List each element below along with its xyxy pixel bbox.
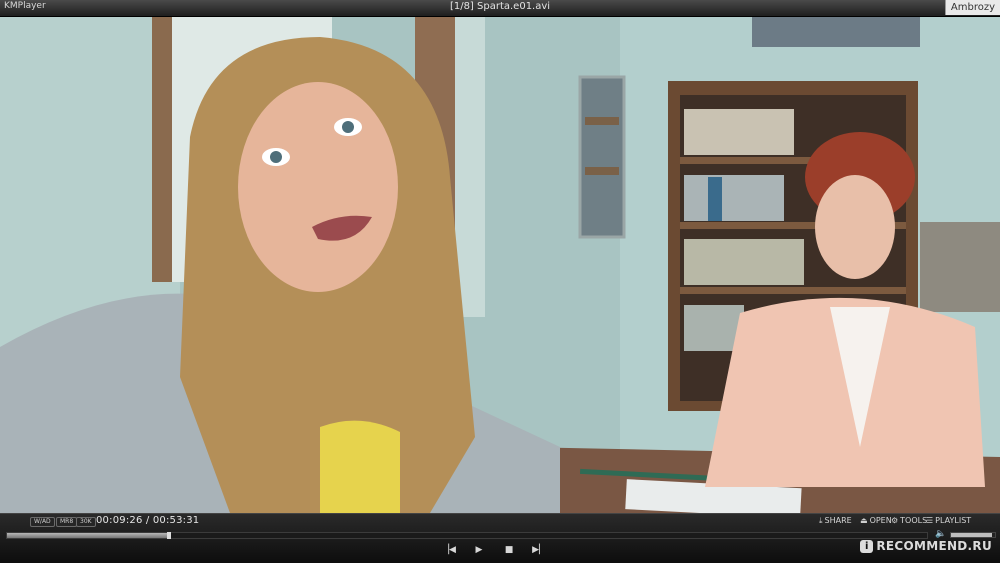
share-label: SHARE — [824, 516, 852, 525]
playlist-button[interactable]: ☰ PLAYLIST — [926, 516, 971, 525]
kmplayer-window: KMPlayer [1/8] Sparta.e01.avi Ambrozy W/… — [0, 0, 1000, 563]
open-label: OPEN — [869, 516, 892, 525]
status-row: W/AD MR8 30K 00:09:26 / 00:53:31 ⤓ SHARE … — [0, 514, 1000, 528]
title-bar[interactable]: KMPlayer [1/8] Sparta.e01.avi Ambrozy — [0, 0, 1000, 17]
watermark: i RECOMMEND.RU — [860, 539, 992, 553]
tools-button[interactable]: ⚙ TOOLS — [891, 516, 927, 525]
codec-tag[interactable]: MR8 — [56, 517, 78, 527]
stop-icon: ■ — [504, 545, 514, 555]
door-frame — [152, 17, 174, 282]
seek-progress — [7, 533, 169, 538]
watermark-badge: i — [860, 540, 874, 553]
gear-icon: ⚙ — [891, 516, 899, 525]
share-button[interactable]: ⤓ SHARE — [819, 516, 852, 526]
previous-button[interactable]: ▕◀ — [440, 543, 458, 557]
speaker-icon[interactable]: 🔈 — [935, 529, 946, 539]
file-title: [1/8] Sparta.e01.avi — [449, 1, 551, 12]
volume-slider[interactable] — [950, 532, 996, 538]
wall-picture — [752, 17, 920, 47]
seek-handle[interactable] — [166, 532, 171, 539]
stop-button[interactable]: ■ — [500, 543, 518, 557]
eject-icon: ⏏ — [860, 516, 868, 525]
seek-bar[interactable] — [6, 532, 928, 539]
control-panel: W/AD MR8 30K 00:09:26 / 00:53:31 ⤓ SHARE … — [0, 513, 1000, 563]
next-button[interactable]: ▶▏ — [530, 543, 548, 557]
bitrate-tag[interactable]: 30K — [76, 517, 96, 527]
video-scene — [0, 17, 1000, 513]
tools-label: TOOLS — [900, 516, 928, 525]
audio-tag[interactable]: W/AD — [30, 517, 55, 527]
volume-level — [951, 533, 992, 537]
user-badge[interactable]: Ambrozy — [944, 0, 1000, 15]
playlist-label: PLAYLIST — [935, 516, 972, 525]
skip-back-icon: ▕◀ — [442, 545, 456, 555]
wall-mirror — [578, 75, 626, 239]
transport-controls: ▕◀ ▶ ■ ▶▏ — [440, 543, 548, 557]
time-display: 00:09:26 / 00:53:31 — [96, 515, 200, 526]
watermark-text: RECOMMEND.RU — [876, 539, 992, 553]
download-icon: ⤓ — [819, 516, 823, 525]
skip-forward-icon: ▶▏ — [532, 545, 546, 555]
play-button[interactable]: ▶ — [470, 543, 488, 557]
play-icon: ▶ — [475, 545, 483, 555]
open-button[interactable]: ⏏ OPEN — [860, 516, 892, 525]
video-frame[interactable] — [0, 17, 1000, 513]
list-icon: ☰ — [926, 516, 934, 525]
